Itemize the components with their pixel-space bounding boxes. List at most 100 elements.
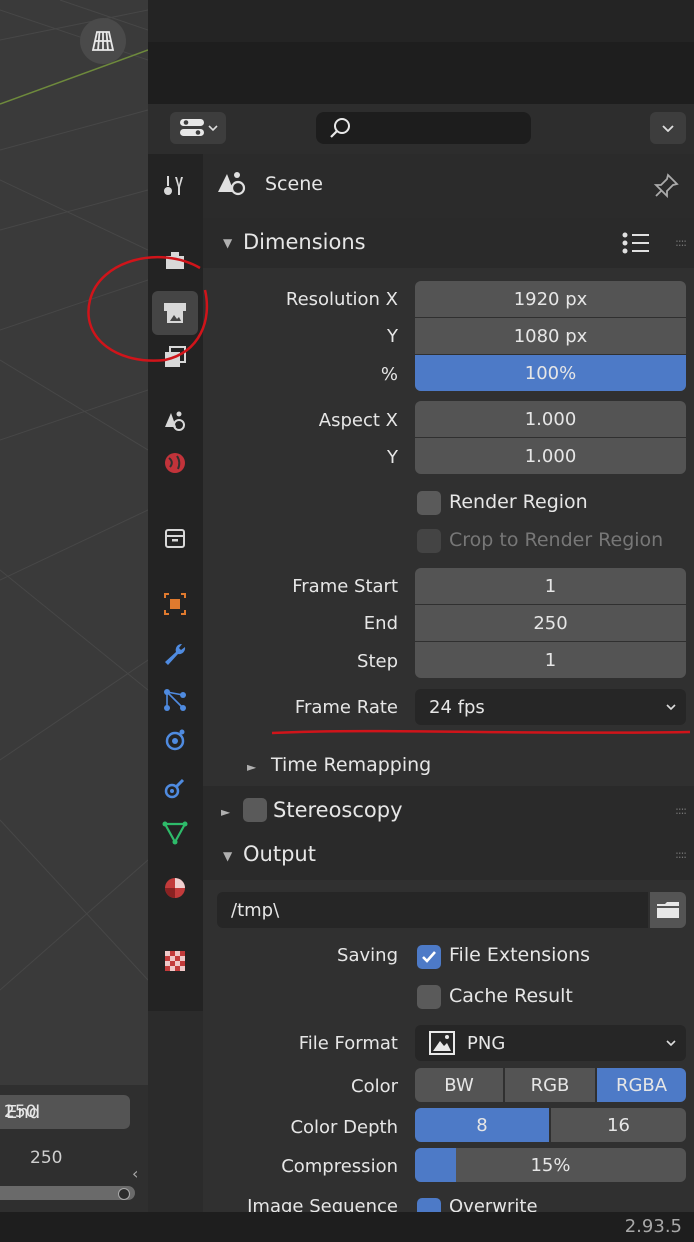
perspective-toggle-button[interactable] [80, 18, 126, 64]
tab-texture[interactable] [152, 939, 198, 983]
frame-rate-value: 24 fps [429, 696, 485, 718]
constraint-icon [164, 778, 185, 799]
color-rgb-option[interactable]: RGB [505, 1068, 595, 1102]
collection-box-icon [165, 529, 185, 548]
chevron-down-icon [666, 704, 676, 711]
resolution-y-field[interactable]: 1080 px [415, 318, 686, 354]
scene-icon [165, 411, 185, 431]
tab-output[interactable] [152, 291, 198, 335]
tab-scene[interactable] [152, 398, 198, 442]
chevron-down-icon [666, 1040, 676, 1047]
color-bw-option[interactable]: BW [415, 1068, 503, 1102]
material-icon [165, 878, 185, 898]
image-sequence-row: Image Sequence Overwrite [203, 1196, 694, 1212]
options-dropdown[interactable] [650, 112, 686, 144]
checkmark-icon [422, 951, 436, 963]
tab-material[interactable] [152, 866, 198, 910]
wrench-icon [165, 643, 186, 665]
drag-handle-icon[interactable]: :::: [675, 236, 687, 249]
physics-icon [165, 729, 185, 751]
aspect-x-label: Aspect X [318, 410, 398, 431]
timeline-end-label: End [6, 1101, 41, 1123]
timeline-current-value: 250 [30, 1148, 63, 1168]
compression-slider-fill [415, 1148, 456, 1182]
crop-render-region-label: Crop to Render Region [449, 529, 664, 551]
overwrite-checkbox[interactable] [417, 1198, 441, 1212]
collapse-arrow-icon[interactable]: ‹ [132, 1164, 138, 1183]
tab-world[interactable] [152, 441, 198, 485]
file-format-dropdown[interactable]: PNG [415, 1025, 686, 1061]
scrollbar-handle[interactable] [118, 1188, 130, 1200]
drag-handle-icon[interactable]: :::: [675, 804, 687, 817]
file-extensions-checkbox[interactable] [417, 945, 441, 969]
frame-rate-dropdown[interactable]: 24 fps [415, 689, 686, 725]
tab-collection[interactable] [152, 516, 198, 560]
saving-label: Saving [337, 945, 398, 966]
frame-rate-label: Frame Rate [294, 697, 398, 718]
aspect-x-field[interactable]: 1.000 [415, 401, 686, 437]
tab-object[interactable] [152, 582, 198, 626]
frame-end-label: End [363, 613, 398, 634]
image-file-icon [429, 1031, 455, 1055]
tab-object-data[interactable] [152, 810, 198, 854]
viewport-grid [0, 0, 148, 991]
time-remapping-subpanel-header[interactable]: ► Time Remapping [203, 748, 694, 786]
file-format-value: PNG [467, 1032, 506, 1054]
tab-render[interactable] [152, 238, 198, 282]
color-rgba-option[interactable]: RGBA [597, 1068, 686, 1102]
scene-label: Scene [265, 173, 323, 195]
resolution-percent-label: % [380, 364, 398, 385]
dimensions-panel-header[interactable]: ▼ Dimensions :::: [203, 218, 694, 268]
collapsed-triangle-icon: ► [247, 760, 257, 774]
world-icon [165, 453, 185, 473]
presets-list-icon[interactable] [621, 230, 651, 260]
overwrite-label: Overwrite [449, 1196, 538, 1212]
tab-constraints[interactable] [152, 766, 198, 810]
frame-step-label: Step [357, 651, 398, 672]
percent-value: 100% [524, 362, 577, 384]
checker-texture-icon [165, 951, 185, 971]
editor-type-button[interactable] [170, 112, 226, 144]
resolution-y-label: Y [387, 326, 398, 347]
pin-icon[interactable] [652, 172, 680, 204]
tab-view-layer[interactable] [152, 335, 198, 379]
color-depth-label: Color Depth [290, 1117, 398, 1138]
collapsed-triangle-icon: ► [221, 805, 231, 819]
search-icon [328, 116, 352, 144]
drag-handle-icon[interactable]: :::: [675, 848, 687, 861]
output-panel-header[interactable]: ▼ Output :::: [203, 830, 694, 880]
color-depth-8-option[interactable]: 8 [415, 1108, 549, 1142]
color-depth-16-option[interactable]: 16 [551, 1108, 686, 1142]
3d-viewport[interactable] [0, 0, 148, 1085]
tab-physics[interactable] [152, 718, 198, 762]
output-path-input[interactable]: /tmp\ [217, 892, 648, 928]
timeline-end-frame-field[interactable]: End 250 [0, 1095, 130, 1129]
folder-icon [657, 902, 679, 918]
frame-step-field[interactable]: 1 [415, 642, 686, 678]
timeline-scrollbar[interactable] [0, 1186, 135, 1200]
stereoscopy-checkbox[interactable] [243, 798, 267, 822]
status-bar [0, 1212, 694, 1242]
resolution-percent-slider[interactable]: 100% [415, 355, 686, 391]
time-remapping-label: Time Remapping [271, 754, 432, 776]
tab-modifiers[interactable] [152, 632, 198, 676]
output-title: Output [243, 842, 316, 866]
browse-folder-button[interactable] [650, 892, 686, 928]
frame-end-field[interactable]: 250 [415, 605, 686, 641]
render-region-checkbox[interactable] [417, 491, 441, 515]
crop-render-region-checkbox[interactable] [417, 529, 441, 553]
tab-tool[interactable] [152, 164, 198, 208]
scene-icon [216, 168, 250, 202]
aspect-y-field[interactable]: 1.000 [415, 438, 686, 474]
image-sequence-label: Image Sequence [247, 1196, 398, 1212]
compression-slider[interactable]: 15% [415, 1148, 686, 1182]
mesh-data-icon [162, 821, 188, 845]
resolution-x-field[interactable]: 1920 px [415, 281, 686, 317]
view-layer-icon [165, 346, 186, 367]
frame-start-field[interactable]: 1 [415, 568, 686, 604]
frame-start-label: Frame Start [292, 576, 398, 597]
grid-perspective-icon [91, 31, 115, 51]
stereoscopy-panel-header[interactable]: ► Stereoscopy :::: [203, 786, 694, 836]
cache-result-checkbox[interactable] [417, 985, 441, 1009]
tab-particles[interactable] [152, 678, 198, 722]
